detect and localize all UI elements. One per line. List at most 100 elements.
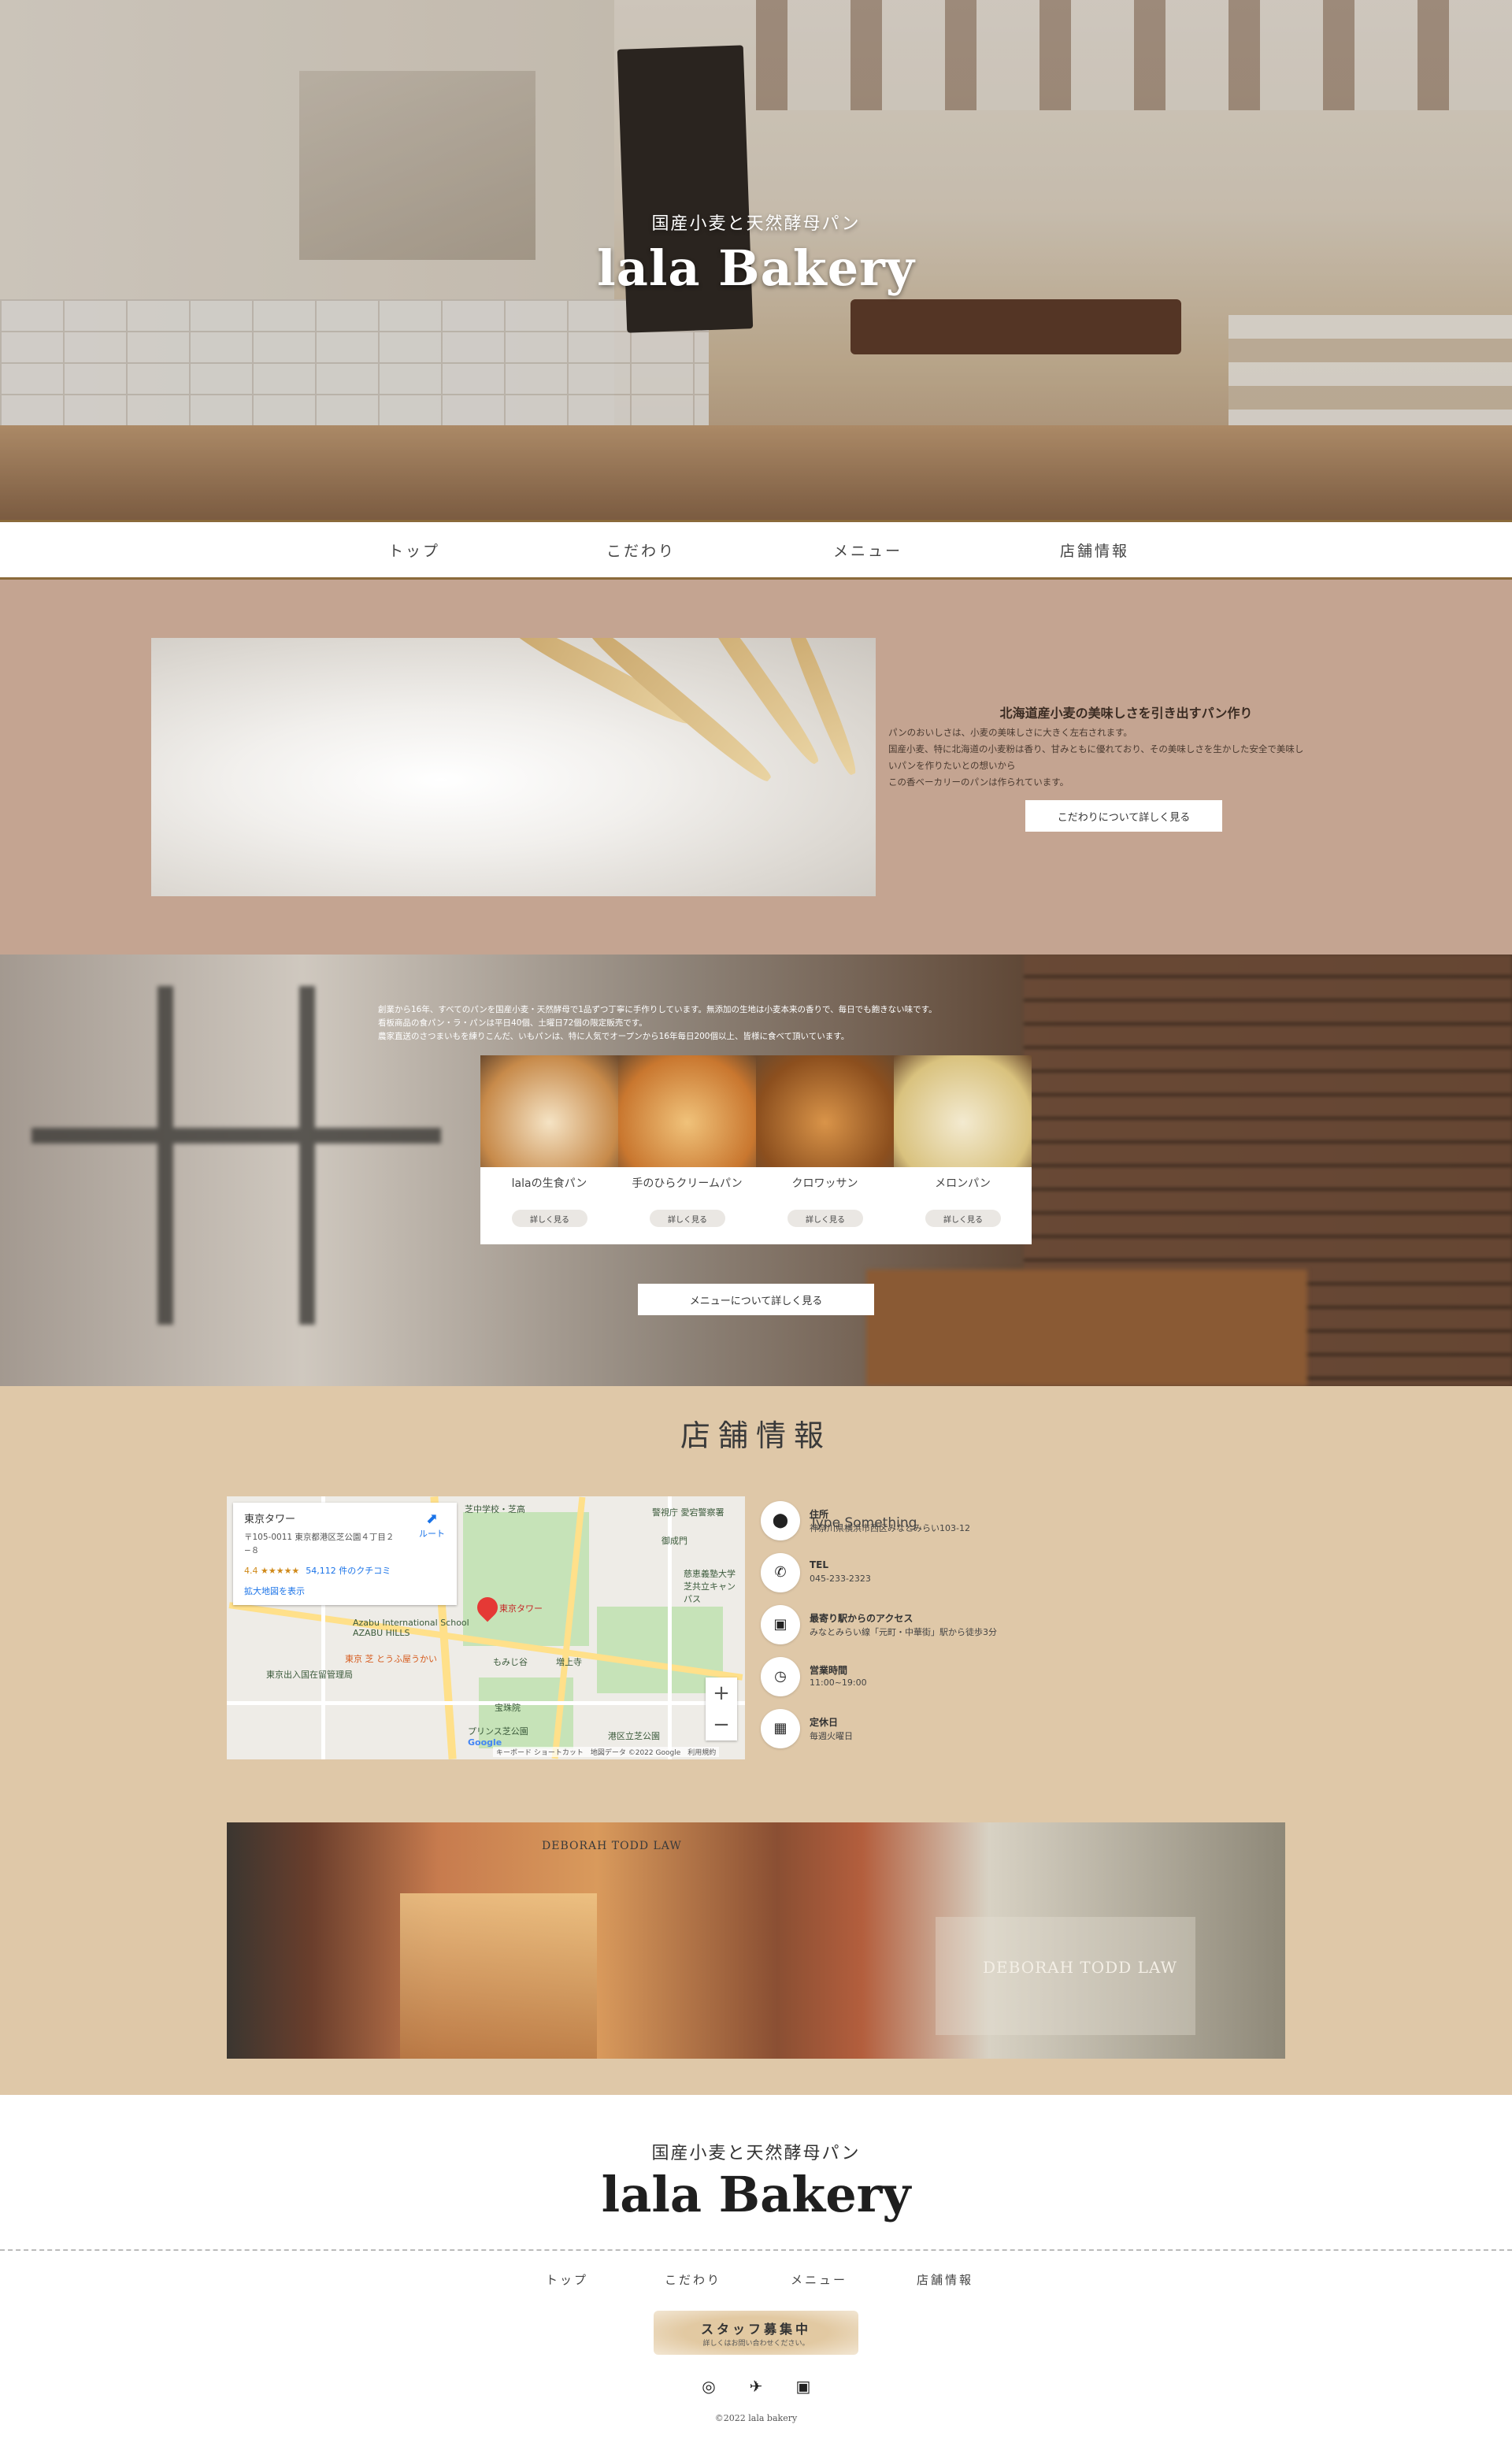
hero-title: lala Bakery	[597, 239, 915, 297]
facebook-icon[interactable]: ▣	[792, 2375, 814, 2397]
info-label: 定休日	[810, 1717, 839, 1728]
twitter-icon[interactable]: ✈	[745, 2375, 767, 2397]
train-icon: ▣	[773, 1616, 788, 1633]
menu-intro: 創業から16年、すべてのパンを国産小麦・天然酵母で1品ずつ丁寧に手作りしています…	[378, 1003, 1134, 1044]
footer-nav-kodawari[interactable]: こだわり	[630, 2271, 756, 2288]
map-place-card: 東京タワー 〒105-0011 東京都港区芝公園４丁目２−８ 4.4 ★★★★★…	[233, 1503, 457, 1605]
info-holiday: ▦ 定休日 毎週火曜日	[761, 1709, 1312, 1753]
hero-section: 国産小麦と天然酵母パン lala Bakery	[0, 0, 1512, 520]
shop-title: 店舗情報	[680, 1418, 832, 1453]
nav-item-shop[interactable]: 店舗情報	[1016, 539, 1173, 561]
map-label: 警視庁 愛宕警察署	[652, 1507, 724, 1518]
cream-bun-photo	[618, 1055, 756, 1167]
map-label: 宝珠院	[495, 1703, 521, 1713]
croissant-photo	[756, 1055, 894, 1167]
kodawari-body-line: パンのおいしさは、小麦の美味しさに大きく左右されます。	[888, 727, 1132, 738]
info-label: 営業時間	[810, 1665, 848, 1676]
storefront-sign: DEBORAH TODD LAW	[542, 1840, 682, 1852]
menu-card: クロワッサン 詳しく見る	[756, 1055, 894, 1244]
map-label: 御成門	[662, 1536, 687, 1546]
map-place-address: 〒105-0011 東京都港区芝公園４丁目２−８	[244, 1533, 395, 1555]
menu-card-name: メロンパン	[935, 1177, 991, 1190]
map-label: プリンス芝公園	[468, 1726, 528, 1737]
clock-icon: ◷	[774, 1668, 787, 1685]
recruit-button[interactable]: スタッフ募集中 詳しくはお問い合わせください。	[654, 2311, 858, 2355]
storefront-image: DEBORAH TODD LAW DEBORAH TODD LAW	[227, 1822, 1285, 2059]
copyright: ©2022 lala bakery	[714, 2413, 798, 2423]
info-value: みなとみらい線「元町・中華街」駅から徒歩3分	[810, 1627, 997, 1637]
hero-subtitle: 国産小麦と天然酵母パン	[651, 214, 861, 234]
storefront-sign: DEBORAH TODD LAW	[983, 1958, 1178, 1977]
phone-icon: ✆	[774, 1564, 787, 1581]
map-label: 東京 芝 とうふ屋うかい	[345, 1654, 437, 1664]
melon-pan-photo	[894, 1055, 1032, 1167]
map-route-button[interactable]: ⬈ ルート	[419, 1511, 445, 1540]
map-label: 港区立芝公園	[608, 1731, 660, 1741]
info-label: 住所	[810, 1509, 829, 1520]
info-value: 神奈川県横浜市西区みなとみらい103-12	[810, 1523, 970, 1533]
kodawari-body: パンのおいしさは、小麦の美味しさに大きく左右されます。 国産小麦、特に北海道の小…	[888, 725, 1377, 791]
directions-icon: ⬈	[425, 1511, 439, 1527]
menu-card: lalaの生食パン 詳しく見る	[480, 1055, 618, 1244]
menu-bg-table	[866, 1270, 1307, 1386]
map-zoom-control[interactable]: + −	[706, 1677, 737, 1740]
kodawari-body-line: いパンを作りたいとの想いから	[888, 760, 1016, 771]
menu-card: メロンパン 詳しく見る	[894, 1055, 1032, 1244]
footer-subtitle: 国産小麦と天然酵母パン	[651, 2144, 861, 2163]
menu-card-name: クロワッサン	[791, 1177, 858, 1190]
recruit-title: スタッフ募集中	[700, 2322, 811, 2337]
map-footer: キーボード ショートカット 地図データ ©2022 Google 利用規約	[493, 1747, 720, 1757]
map-label: Azabu International School AZABU HILLS	[353, 1618, 469, 1638]
main-nav: トップ こだわり メニュー 店舗情報	[0, 520, 1512, 580]
nav-item-menu[interactable]: メニュー	[789, 539, 947, 561]
map-rating: 4.4 ★★★★★ 54,112 件のクチコミ	[244, 1566, 391, 1576]
footer-nav-menu[interactable]: メニュー	[756, 2271, 882, 2288]
flour-wheat-image	[151, 638, 876, 896]
footer-nav-top[interactable]: トップ	[504, 2271, 630, 2288]
zoom-out-icon[interactable]: −	[706, 1709, 737, 1740]
footer-divider	[0, 2249, 1512, 2251]
map-place-name: 東京タワー	[244, 1514, 296, 1525]
map-reviews-link[interactable]: 54,112 件のクチコミ	[306, 1566, 391, 1576]
map-label: 増上寺	[556, 1657, 582, 1667]
info-address: ⬤ 住所 神奈川県横浜市西区みなとみらい103-12	[761, 1501, 1312, 1545]
info-value: 毎週火曜日	[810, 1731, 853, 1741]
calendar-icon: ▦	[773, 1720, 788, 1737]
info-value: 045-233-2323	[810, 1574, 871, 1584]
footer-nav-shop[interactable]: 店舗情報	[882, 2271, 1008, 2288]
menu-card-name: lalaの生食パン	[511, 1177, 587, 1190]
info-access: ▣ 最寄り駅からのアクセス みなとみらい線「元町・中華街」駅から徒歩3分	[761, 1605, 1312, 1649]
menu-card-more-button[interactable]: 詳しく見る	[650, 1210, 725, 1227]
bread-photo	[480, 1055, 618, 1167]
map-label: もみじ谷	[493, 1657, 528, 1667]
menu-cards: lalaの生食パン 詳しく見る 手のひらクリームパン 詳しく見る クロワッサン …	[480, 1055, 1032, 1244]
nav-item-kodawari[interactable]: こだわり	[562, 539, 720, 561]
menu-card-more-button[interactable]: 詳しく見る	[925, 1210, 1001, 1227]
menu-card-more-button[interactable]: 詳しく見る	[512, 1210, 587, 1227]
kodawari-body-line: この香ベーカリーのパンは作られています。	[888, 777, 1069, 788]
kodawari-body-line: 国産小麦、特に北海道の小麦粉は香り、甘みともに優れており、その美味しさを生かした…	[888, 743, 1304, 754]
map-label: 芝中学校・芝高	[465, 1504, 525, 1514]
info-label: 最寄り駅からのアクセス	[810, 1613, 914, 1624]
menu-intro-line: 創業から16年、すべてのパンを国産小麦・天然酵母で1品ずつ丁寧に手作りしています…	[378, 1005, 937, 1014]
kodawari-more-button[interactable]: こだわりについて詳しく見る	[1025, 800, 1222, 832]
instagram-icon[interactable]: ◎	[698, 2375, 720, 2397]
info-hours: ◷ 営業時間 11:00~19:00	[761, 1657, 1312, 1701]
zoom-in-icon[interactable]: +	[706, 1677, 737, 1709]
map-label: 東京タワー	[499, 1603, 543, 1614]
kodawari-title: 北海道産小麦の美味しさを引き出すパン作り	[999, 706, 1253, 721]
info-label: TEL	[810, 1559, 829, 1570]
map-enlarge-link[interactable]: 拡大地図を表示	[244, 1585, 305, 1597]
recruit-sub: 詳しくはお問い合わせください。	[702, 2340, 810, 2348]
nav-item-top[interactable]: トップ	[335, 539, 493, 561]
info-tel: ✆ TEL 045-233-2323	[761, 1553, 1312, 1597]
info-value: 11:00~19:00	[810, 1677, 867, 1688]
menu-card: 手のひらクリームパン 詳しく見る	[618, 1055, 756, 1244]
menu-card-more-button[interactable]: 詳しく見る	[788, 1210, 863, 1227]
menu-intro-line: 看板商品の食パン・ラ・パンは平日40個、土曜日72個の限定販売です。	[378, 1018, 647, 1028]
footer-logo[interactable]: lala Bakery	[0, 2166, 1512, 2223]
menu-more-button[interactable]: メニューについて詳しく見る	[638, 1284, 874, 1315]
menu-card-name: 手のひらクリームパン	[632, 1177, 743, 1190]
pin-icon: ⬤	[772, 1512, 789, 1529]
menu-intro-line: 農家直送のさつまいもを練りこんだ、いもパンは、特に人気でオープンから16年毎日2…	[378, 1032, 850, 1041]
